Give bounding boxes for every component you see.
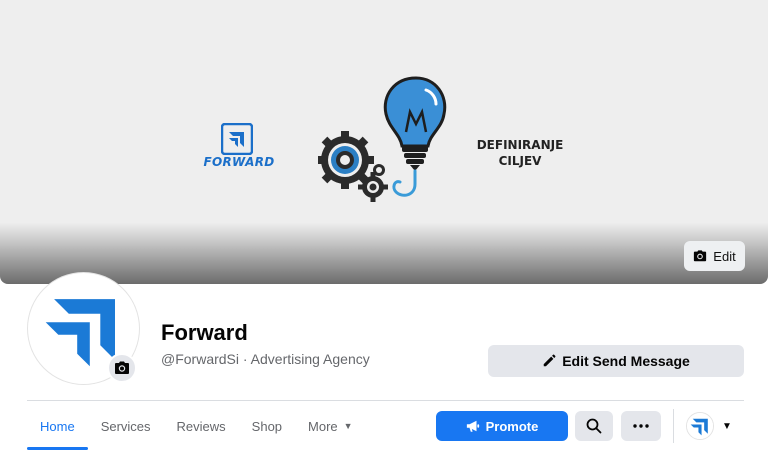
cover-photo[interactable]: FORWARD DEFINIRANJE CILJEV Edit xyxy=(0,0,768,284)
update-avatar-button[interactable] xyxy=(107,353,137,383)
ellipsis-icon xyxy=(633,424,649,428)
more-options-button[interactable] xyxy=(621,411,661,441)
tab-reviews-label: Reviews xyxy=(176,418,226,434)
switch-profile-button[interactable]: ▼ xyxy=(686,410,738,442)
tab-home-label: Home xyxy=(40,418,75,434)
cover-caption-line1: DEFINIRANJE xyxy=(476,138,564,152)
promote-button[interactable]: Promote xyxy=(436,411,568,441)
page-title: Forward xyxy=(161,320,248,345)
action-separator xyxy=(673,409,674,443)
cover-caption: DEFINIRANJE CILJEV xyxy=(470,137,570,169)
tab-services[interactable]: Services xyxy=(88,401,164,451)
edit-send-message-button[interactable]: Edit Send Message xyxy=(488,345,744,377)
caret-down-icon: ▼ xyxy=(722,420,732,432)
tab-shop-label: Shop xyxy=(251,418,283,434)
cover-gradient xyxy=(0,222,768,284)
forward-logo-icon xyxy=(687,413,713,439)
cover-brand-logo: FORWARD xyxy=(193,123,285,169)
forward-logo-icon xyxy=(221,123,253,155)
camera-icon xyxy=(694,250,707,262)
edit-cover-button[interactable]: Edit xyxy=(684,241,745,271)
search-button[interactable] xyxy=(575,411,613,441)
promote-label: Promote xyxy=(485,418,539,434)
caret-down-icon: ▼ xyxy=(343,421,353,431)
camera-icon xyxy=(115,361,129,374)
cover-caption-line2: CILJEV xyxy=(498,154,542,168)
pencil-icon xyxy=(543,354,556,367)
tab-shop[interactable]: Shop xyxy=(239,401,295,451)
page-tabs: Home Services Reviews Shop More ▼ xyxy=(27,401,366,451)
edit-cover-label: Edit xyxy=(713,248,736,264)
tab-more-label: More xyxy=(308,418,338,434)
page: FORWARD DEFINIRANJE CILJEV Edit Forward … xyxy=(0,0,768,452)
megaphone-icon xyxy=(466,420,479,432)
mini-avatar xyxy=(686,412,714,440)
tab-reviews[interactable]: Reviews xyxy=(164,401,239,451)
edit-send-message-label: Edit Send Message xyxy=(562,353,690,369)
gears-lightbulb-illustration xyxy=(318,76,447,202)
cover-brand-text: FORWARD xyxy=(203,155,275,169)
tab-home[interactable]: Home xyxy=(27,401,88,451)
search-icon xyxy=(586,418,602,434)
page-subtitle: @ForwardSi · Advertising Agency xyxy=(161,351,370,367)
tab-more[interactable]: More ▼ xyxy=(295,401,366,451)
tab-services-label: Services xyxy=(100,418,151,434)
